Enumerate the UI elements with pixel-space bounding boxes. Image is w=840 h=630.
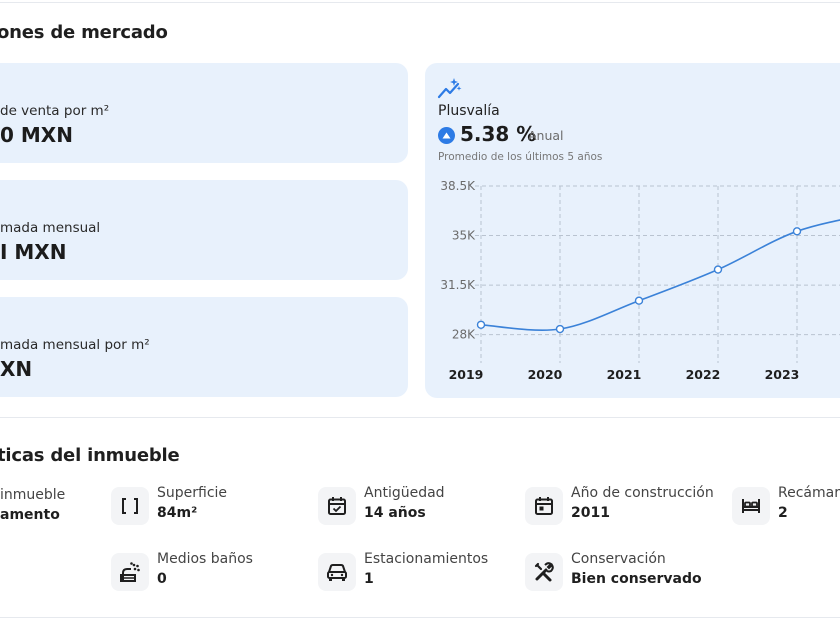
feature-label: Año de construcción	[571, 485, 714, 501]
feature-label: Superficie	[157, 485, 228, 501]
feature-label: Recámara	[778, 485, 840, 501]
feature-label: Medios baños	[157, 551, 253, 567]
x-tick-label: 2023	[765, 367, 800, 382]
tools-icon	[525, 553, 563, 591]
data-point	[555, 324, 565, 334]
feature-value: 0	[157, 571, 167, 587]
plusvalia-line-chart: 38.5K35K31.5K28K201920202021202220232024	[440, 179, 840, 382]
area-bracket-icon	[111, 487, 149, 525]
feature-value: 14 años	[364, 505, 426, 521]
calendar-check-icon	[318, 487, 356, 525]
y-tick-label: 35K	[452, 229, 476, 243]
feature-value: 2011	[571, 505, 610, 521]
shower-icon	[111, 553, 149, 591]
y-tick-label: 31.5K	[440, 278, 476, 292]
stat-card-rent-per-m2: mada mensual por m² XN	[0, 297, 408, 397]
feature-label: Antigüedad	[364, 485, 445, 501]
feature-label: Conservación	[571, 551, 666, 567]
x-tick-label: 2019	[449, 367, 484, 382]
top-divider	[0, 2, 840, 3]
stat-value: I MXN	[0, 240, 67, 264]
feature-value: amento	[0, 507, 60, 523]
x-tick-label: 2020	[528, 367, 563, 382]
data-point	[713, 265, 723, 274]
features-section-title: ticas del inmueble	[0, 445, 180, 466]
market-section-title: ones de mercado	[0, 22, 168, 43]
stat-card-sale-price: de venta por m² 0 MXN	[0, 63, 408, 163]
y-tick-label: 38.5K	[440, 179, 476, 193]
bottom-divider	[0, 617, 840, 618]
stat-label: de venta por m²	[0, 103, 110, 119]
x-tick-label: 2022	[686, 367, 721, 382]
feature-value: Bien conservado	[571, 571, 702, 587]
feature-label: Estacionamientos	[364, 551, 489, 567]
data-point	[634, 296, 644, 305]
y-tick-label: 28K	[452, 328, 476, 342]
stat-value: 0 MXN	[0, 123, 73, 147]
series-line	[480, 219, 840, 331]
bed-icon	[732, 487, 770, 525]
feature-label: inmueble	[0, 487, 66, 503]
data-point	[792, 227, 802, 236]
calendar-icon	[525, 487, 563, 525]
feature-value: 84m²	[157, 505, 198, 521]
stat-label: mada mensual	[0, 220, 101, 236]
data-point	[476, 320, 486, 329]
stat-label: mada mensual por m²	[0, 337, 150, 353]
feature-value: 1	[364, 571, 374, 587]
car-icon	[318, 553, 356, 591]
section-divider	[0, 417, 840, 418]
stat-value: XN	[0, 357, 33, 381]
stat-card-monthly-rent: mada mensual I MXN	[0, 180, 408, 280]
x-tick-label: 2021	[607, 367, 642, 382]
plusvalia-card: Plusvalía 5.38 % Anual Promedio de los ú…	[425, 63, 840, 398]
feature-value: 2	[778, 505, 788, 521]
